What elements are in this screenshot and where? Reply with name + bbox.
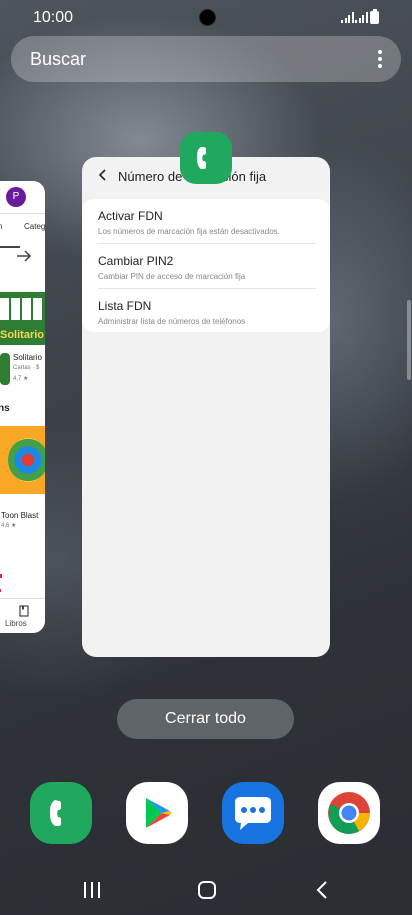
app1-name[interactable]: Solitario	[13, 353, 42, 362]
app1-category: Cartas · $	[13, 365, 40, 371]
recents-button-icon[interactable]	[71, 876, 115, 904]
list-item-cambiar-pin2[interactable]: Cambiar PIN2 Cambiar PIN de acceso de ma…	[98, 254, 316, 281]
play-store-icon[interactable]	[126, 782, 188, 844]
decorative-dot-2	[0, 589, 1, 592]
close-all-button[interactable]: Cerrar todo	[117, 699, 294, 739]
cards-illustration	[0, 298, 45, 322]
edge-panel-handle[interactable]	[407, 300, 411, 380]
back-arrow-icon[interactable]	[98, 169, 106, 181]
tab-categories[interactable]: Categ	[24, 222, 45, 231]
signal-2-icon	[355, 12, 368, 23]
decorative-dot	[0, 574, 2, 578]
list-item-lista-fdn[interactable]: Lista FDN Administrar lista de números d…	[98, 299, 316, 326]
arrow-right-icon[interactable]	[16, 249, 32, 263]
search-bar[interactable]: Buscar	[11, 36, 401, 82]
app1-rating: 4,7 ★	[13, 376, 29, 382]
banner-title: Solitario	[0, 329, 45, 341]
chat-bubble-icon	[235, 797, 271, 830]
books-label[interactable]: Libros	[5, 619, 27, 628]
divider	[0, 213, 45, 214]
battery-icon	[370, 9, 379, 24]
more-options-icon[interactable]	[378, 50, 382, 71]
recent-card-fdn-settings[interactable]: Número de marcación fija Activar FDN Los…	[82, 157, 330, 657]
solitaire-app-icon[interactable]	[0, 353, 10, 385]
back-button-icon[interactable]	[300, 876, 344, 904]
bottom-nav-divider	[0, 598, 45, 599]
item-subtitle: Administrar lista de números de teléfono…	[98, 317, 246, 326]
search-placeholder: Buscar	[30, 49, 87, 69]
app2-rating: 4,6 ★	[1, 523, 17, 529]
section-fragment: ns	[0, 403, 10, 414]
books-icon[interactable]	[19, 605, 29, 617]
tab-fragment[interactable]: n	[0, 222, 2, 231]
recent-card-play-store[interactable]: P n Categ Solitario Solitario Cartas · $…	[0, 181, 45, 633]
status-bar: 10:00	[0, 0, 412, 36]
messages-icon[interactable]	[222, 782, 284, 844]
play-triangle-icon	[146, 798, 172, 828]
recent-apps-screen: 10:00 Buscar P n Categ Solitario Solitar…	[0, 0, 412, 915]
divider	[98, 243, 316, 244]
item-title: Activar FDN	[98, 209, 163, 223]
phone-app-badge-icon[interactable]	[180, 132, 232, 184]
app2-name[interactable]: Toon Blast	[1, 511, 38, 520]
chrome-logo-icon	[328, 792, 370, 834]
front-camera	[199, 9, 216, 26]
navigation-bar	[0, 868, 412, 913]
toon-blast-icon[interactable]	[0, 426, 45, 494]
phone-glyph-icon	[50, 800, 61, 826]
divider	[98, 288, 316, 289]
item-title: Cambiar PIN2	[98, 254, 174, 268]
item-title: Lista FDN	[98, 299, 152, 313]
solitaire-banner[interactable]: Solitario	[0, 292, 45, 345]
left-arrow-icon	[0, 246, 20, 248]
avatar[interactable]: P	[6, 187, 26, 207]
signal-icon	[341, 12, 354, 23]
chrome-icon[interactable]	[318, 782, 380, 844]
toon-ball-graphic	[8, 438, 45, 482]
status-time: 10:00	[33, 9, 74, 26]
app-dock	[0, 780, 412, 844]
phone-icon	[197, 147, 206, 169]
item-subtitle: Los números de marcación fija están desa…	[98, 227, 280, 236]
item-subtitle: Cambiar PIN de acceso de marcación fija	[98, 272, 246, 281]
phone-icon[interactable]	[30, 782, 92, 844]
list-item-activar-fdn[interactable]: Activar FDN Los números de marcación fij…	[98, 209, 316, 236]
home-button-icon[interactable]	[185, 876, 229, 904]
fdn-settings-list: Activar FDN Los números de marcación fij…	[82, 199, 330, 332]
